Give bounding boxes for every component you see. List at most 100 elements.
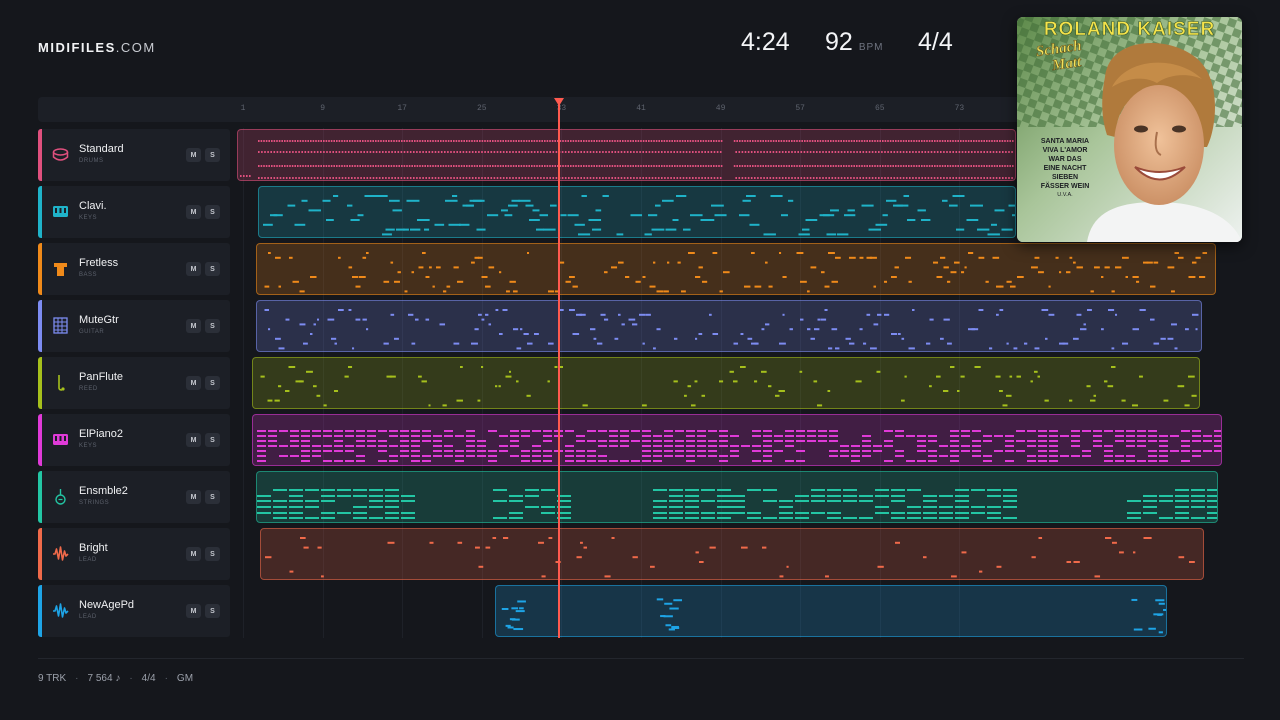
midi-clip[interactable] [256,243,1216,295]
track-header[interactable]: Ensmble2 STRINGS M S [38,471,230,523]
solo-button[interactable]: S [205,262,220,276]
midi-note [834,177,837,179]
midi-note [289,517,303,519]
midi-note [747,337,753,340]
solo-button[interactable]: S [205,205,220,219]
midi-note [789,328,793,331]
midi-note [257,440,266,442]
midi-note [973,165,975,167]
midi-note [390,140,393,142]
midi-note [719,440,728,442]
midi-note [907,517,921,519]
midi-note [843,517,857,519]
midi-note [791,151,793,153]
midi-clip[interactable] [256,300,1202,352]
midi-note [261,151,263,153]
midi-note [754,165,757,167]
track-header[interactable]: MuteGtr GUITAR M S [38,300,230,352]
midi-note [635,280,641,283]
midi-note [508,204,518,207]
midi-clip[interactable] [252,414,1222,466]
midi-note [717,517,731,519]
track-header[interactable]: Standard DRUMS M S [38,129,230,181]
mute-button[interactable]: M [186,319,201,333]
midi-note [338,177,341,179]
midi-note [887,151,889,153]
midi-clip[interactable] [260,528,1204,580]
midi-note [565,460,574,462]
midi-note [1082,450,1091,452]
mute-button[interactable]: M [186,262,201,276]
mute-button[interactable]: M [186,490,201,504]
track-header[interactable]: PanFlute REED M S [38,357,230,409]
midi-note [926,140,928,142]
midi-note [338,151,341,153]
midi-note [536,228,544,231]
track-header[interactable]: Clavi. KEYS M S [38,186,230,238]
solo-button[interactable]: S [205,490,220,504]
mute-button[interactable]: M [186,433,201,447]
solo-button[interactable]: S [205,433,220,447]
midi-note [827,512,841,514]
midi-note [991,223,997,226]
midi-note [1104,460,1113,462]
mute-button[interactable]: M [186,547,201,561]
midi-note [499,435,508,437]
midi-note [246,175,248,177]
midi-note [490,151,493,153]
time-signature-value: 4/4 [918,28,953,56]
mute-button[interactable]: M [186,148,201,162]
midi-note [282,177,285,179]
midi-note [532,450,541,452]
midi-note [847,209,855,212]
midi-note [1171,323,1177,326]
midi-note [960,165,962,167]
solo-button[interactable]: S [205,604,220,618]
midi-note [1071,455,1080,457]
midi-note [279,455,288,457]
midi-note [499,450,508,452]
track-header[interactable]: Fretless BASS M S [38,243,230,295]
solo-button[interactable]: S [205,547,220,561]
midi-note [754,285,762,288]
midi-note [530,151,533,153]
playhead[interactable] [558,100,560,638]
midi-note [798,165,801,167]
midi-note [653,347,656,350]
midi-note [653,517,667,519]
midi-clip[interactable] [237,129,1016,181]
midi-note [289,256,293,259]
midi-note [740,333,744,335]
midi-note [289,495,303,497]
mute-button[interactable]: M [186,604,201,618]
solo-button[interactable]: S [205,148,220,162]
midi-note [653,489,667,491]
midi-note [273,140,276,142]
midi-note [530,177,533,179]
solo-button[interactable]: S [205,376,220,390]
track-header[interactable]: Bright LEAD M S [38,528,230,580]
playhead-marker[interactable] [554,98,564,106]
mute-button[interactable]: M [186,205,201,219]
midi-note [395,140,398,142]
midi-note [835,165,837,167]
midi-clip[interactable] [256,471,1218,523]
midi-note [278,385,282,388]
solo-button[interactable]: S [205,319,220,333]
midi-note [403,177,406,179]
mute-button[interactable]: M [186,376,201,390]
midi-note [770,140,772,142]
midi-note [471,140,473,142]
midi-note [859,256,864,259]
midi-note [499,177,502,179]
midi-note [687,140,689,142]
midi-note [810,266,817,269]
midi-note [675,455,684,457]
track-header[interactable]: NewAgePd LEAD M S [38,585,230,637]
midi-clip[interactable] [252,357,1200,409]
midi-clip[interactable] [495,585,1167,637]
midi-clip[interactable] [258,186,1016,238]
midi-note [268,440,277,442]
midi-note [276,177,279,179]
track-header[interactable]: ElPiano2 KEYS M S [38,414,230,466]
